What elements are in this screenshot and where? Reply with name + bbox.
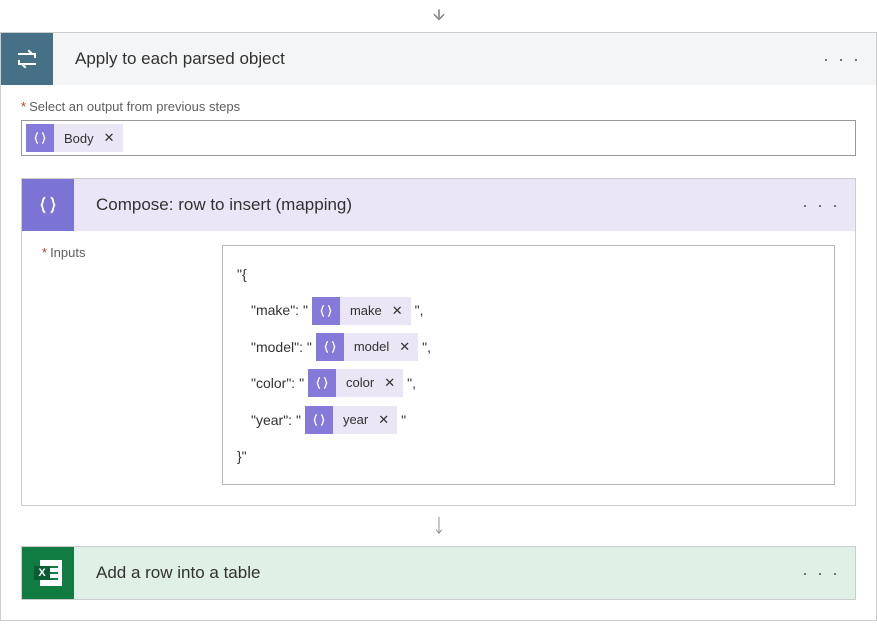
token-color[interactable]: color ✕ <box>308 369 403 397</box>
token-body-label: Body <box>54 131 104 146</box>
flow-arrow-inner <box>21 506 856 546</box>
dynamic-content-icon <box>316 333 344 361</box>
compose-header[interactable]: Compose: row to insert (mapping) · · · <box>22 179 855 231</box>
token-color-label: color <box>336 366 384 400</box>
token-model-remove[interactable]: ✕ <box>399 330 418 364</box>
json-close: }" <box>237 438 247 474</box>
apply-to-each-header[interactable]: Apply to each parsed object · · · <box>1 33 876 85</box>
dynamic-content-icon <box>308 369 336 397</box>
compose-inputs-field[interactable]: "{ "make": " make ✕ ", "model": " <box>222 245 835 485</box>
token-make-remove[interactable]: ✕ <box>392 294 411 328</box>
token-body[interactable]: Body ✕ <box>26 124 123 152</box>
excel-icon: X <box>22 547 74 599</box>
select-output-label: *Select an output from previous steps <box>21 99 856 114</box>
json-key-year: "year": " <box>251 402 301 438</box>
compose-more-button[interactable]: · · · <box>801 185 841 225</box>
compose-icon <box>22 179 74 231</box>
select-output-input[interactable]: Body ✕ <box>21 120 856 156</box>
compose-body: *Inputs "{ "make": " make ✕ ", "model": … <box>22 231 855 505</box>
excel-title: Add a row into a table <box>74 563 801 583</box>
apply-to-each-body: *Select an output from previous steps Bo… <box>1 85 876 620</box>
json-key-model: "model": " <box>251 329 312 365</box>
token-model-label: model <box>344 330 399 364</box>
apply-to-each-card: Apply to each parsed object · · · *Selec… <box>0 32 877 621</box>
excel-card: X Add a row into a table · · · <box>21 546 856 600</box>
token-color-remove[interactable]: ✕ <box>384 366 403 400</box>
flow-arrow-top <box>0 0 877 32</box>
excel-header[interactable]: X Add a row into a table · · · <box>22 547 855 599</box>
token-year-remove[interactable]: ✕ <box>378 403 397 437</box>
json-after-color: ", <box>407 365 416 401</box>
apply-to-each-more-button[interactable]: · · · <box>822 39 862 79</box>
token-model[interactable]: model ✕ <box>316 333 418 361</box>
apply-to-each-title: Apply to each parsed object <box>53 49 822 69</box>
compose-inputs-label: *Inputs <box>42 245 202 485</box>
json-open: "{ <box>237 256 247 292</box>
compose-title: Compose: row to insert (mapping) <box>74 195 801 215</box>
dynamic-content-icon <box>305 406 333 434</box>
json-key-make: "make": " <box>251 292 308 328</box>
json-after-year: " <box>401 402 406 438</box>
dynamic-content-icon <box>26 124 54 152</box>
token-make-label: make <box>340 294 392 328</box>
json-after-model: ", <box>422 329 431 365</box>
json-after-make: ", <box>415 292 424 328</box>
token-body-remove[interactable]: ✕ <box>104 130 123 146</box>
loop-icon <box>1 33 53 85</box>
token-make[interactable]: make ✕ <box>312 297 411 325</box>
excel-more-button[interactable]: · · · <box>801 553 841 593</box>
json-key-color: "color": " <box>251 365 304 401</box>
compose-card: Compose: row to insert (mapping) · · · *… <box>21 178 856 506</box>
token-year-label: year <box>333 403 378 437</box>
token-year[interactable]: year ✕ <box>305 406 397 434</box>
dynamic-content-icon <box>312 297 340 325</box>
